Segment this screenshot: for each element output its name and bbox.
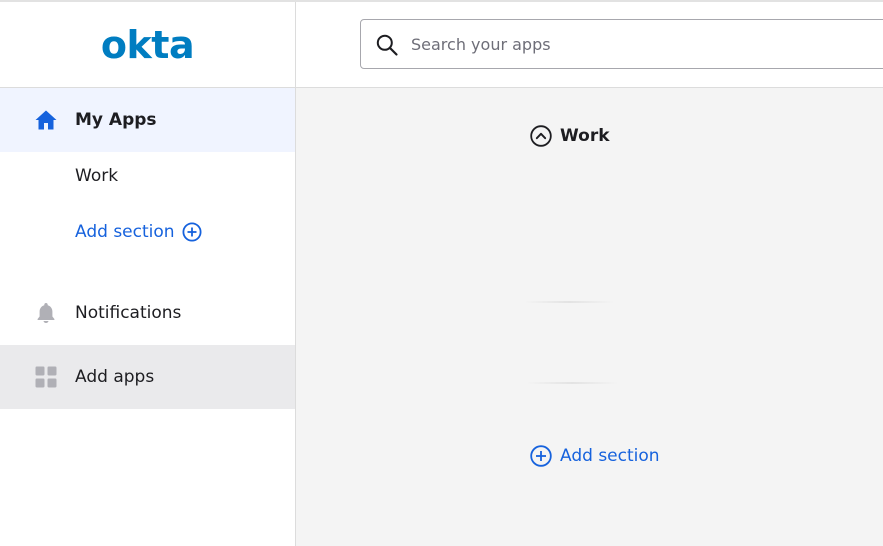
- apps-grid-icon: [34, 365, 58, 389]
- sidebar-item-work[interactable]: Work: [0, 152, 295, 200]
- plus-circle-icon: [182, 222, 202, 242]
- loading-placeholder: [524, 301, 614, 303]
- bell-icon: [34, 301, 58, 325]
- plus-circle-icon: [530, 445, 552, 467]
- sidebar-add-section-wrapper: Add section: [75, 222, 202, 242]
- app-window: okta My Apps Work Add section Notificati…: [0, 0, 883, 546]
- section-work-header[interactable]: Work: [530, 125, 610, 147]
- section-title: Work: [560, 126, 610, 146]
- main-content: Work Add section: [296, 88, 883, 546]
- sidebar-item-add-apps[interactable]: Add apps: [0, 345, 295, 409]
- loading-placeholder: [526, 382, 618, 384]
- sidebar-add-section-button[interactable]: Add section: [0, 207, 295, 257]
- search-input[interactable]: [409, 21, 883, 67]
- sidebar-item-notifications[interactable]: Notifications: [0, 282, 295, 344]
- logo-area: okta: [0, 2, 295, 88]
- search-icon: [375, 33, 399, 57]
- sidebar-item-label: Work: [75, 166, 119, 186]
- sidebar-item-label: Notifications: [75, 303, 182, 323]
- top-header: [296, 2, 883, 88]
- okta-logo[interactable]: okta: [101, 26, 195, 64]
- add-section-button[interactable]: Add section: [530, 445, 660, 467]
- sidebar: okta My Apps Work Add section Notificati…: [0, 2, 296, 546]
- sidebar-item-label: Add section: [75, 222, 175, 242]
- chevron-up-circle-icon[interactable]: [530, 125, 552, 147]
- search-box[interactable]: [360, 19, 883, 69]
- sidebar-item-label: Add apps: [75, 367, 155, 387]
- sidebar-item-my-apps[interactable]: My Apps: [0, 88, 295, 152]
- sidebar-item-label: My Apps: [75, 110, 157, 130]
- add-section-label: Add section: [560, 446, 660, 466]
- home-icon: [34, 108, 58, 132]
